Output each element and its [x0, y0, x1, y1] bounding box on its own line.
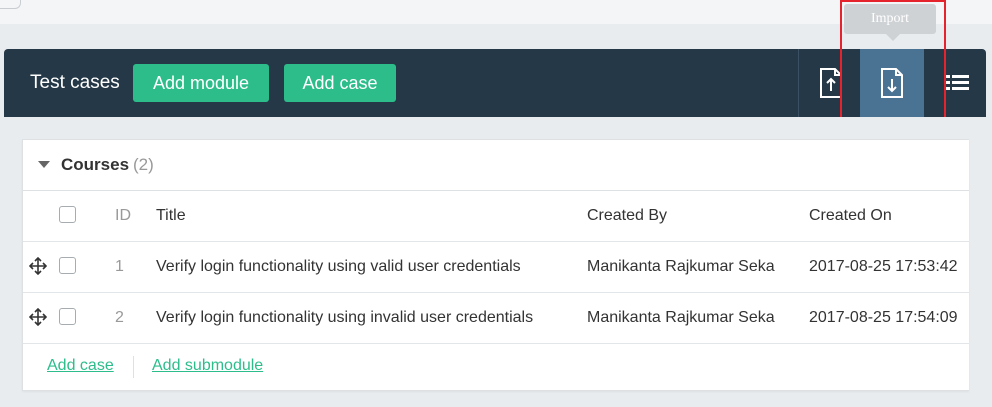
module-footer: Add case Add submodule [23, 344, 969, 390]
add-submodule-link[interactable]: Add submodule [152, 357, 263, 375]
column-header-title[interactable]: Title [156, 191, 586, 241]
export-icon [820, 68, 842, 98]
table-header-row: ID Title Created By Created On [23, 191, 969, 242]
row-id: 1 [115, 258, 124, 275]
row-id: 2 [115, 309, 124, 326]
add-case-link[interactable]: Add case [47, 357, 114, 375]
row-title[interactable]: Verify login functionality using valid u… [156, 242, 586, 292]
column-header-created-by[interactable]: Created By [587, 191, 797, 241]
add-case-button[interactable]: Add case [284, 64, 396, 102]
import-icon [881, 68, 903, 98]
caret-down-icon[interactable] [38, 161, 50, 168]
footer-divider [133, 356, 134, 378]
row-title[interactable]: Verify login functionality using invalid… [156, 293, 586, 343]
drag-handle-icon[interactable] [27, 293, 49, 343]
tab-stub [0, 0, 21, 9]
import-button[interactable] [860, 49, 924, 117]
column-header-id[interactable]: ID [115, 191, 139, 241]
module-header[interactable]: Courses (2) [23, 140, 969, 191]
import-tooltip: Import [844, 4, 936, 41]
module-name: Courses [61, 155, 130, 174]
add-module-button[interactable]: Add module [133, 64, 269, 102]
row-checkbox[interactable] [59, 257, 76, 274]
test-cases-toolbar: Test cases Add module Add case [4, 49, 986, 117]
row-created-on: 2017-08-25 17:53:42 [809, 258, 958, 275]
row-created-by: Manikanta Rajkumar Seka [587, 309, 775, 326]
page-title: Test cases [30, 72, 120, 93]
row-created-on: 2017-08-25 17:54:09 [809, 309, 958, 326]
column-header-created-on[interactable]: Created On [809, 191, 969, 241]
table-row[interactable]: 1 Verify login functionality using valid… [23, 242, 969, 293]
row-checkbox[interactable] [59, 308, 76, 325]
export-button[interactable] [799, 49, 863, 117]
module-count: (2) [133, 155, 154, 174]
drag-handle-icon[interactable] [27, 242, 49, 292]
list-view-button[interactable] [929, 49, 984, 117]
row-created-by: Manikanta Rajkumar Seka [587, 258, 775, 275]
module-card: Courses (2) ID Title Created By Created … [22, 139, 969, 391]
select-all-checkbox[interactable] [59, 206, 76, 223]
table-row[interactable]: 2 Verify login functionality using inval… [23, 293, 969, 344]
list-view-icon [944, 75, 969, 90]
